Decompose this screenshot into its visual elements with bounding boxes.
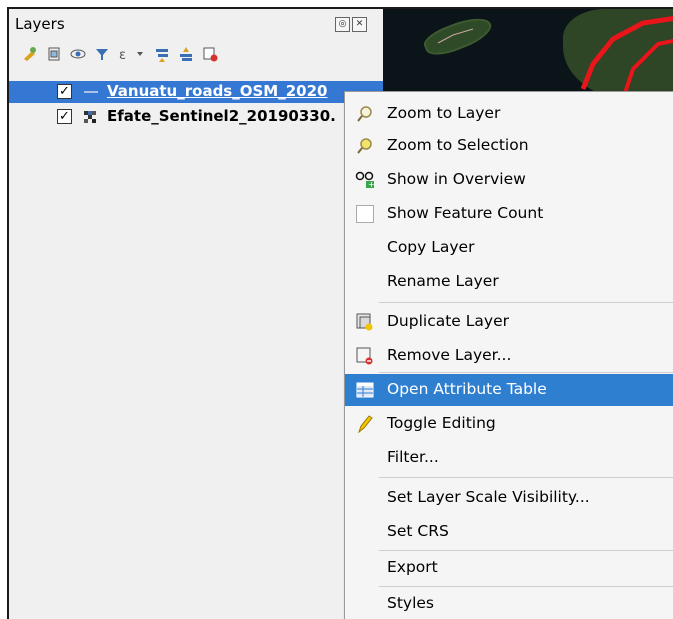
float-panel-button[interactable]: ◎ — [335, 17, 350, 32]
duplicate-icon — [355, 313, 375, 331]
layer-row-sentinel[interactable]: ✓ Efate_Sentinel2_20190330. — [9, 106, 383, 128]
menu-item-label: Filter... — [387, 448, 439, 466]
map-canvas[interactable] — [383, 9, 673, 99]
menu-item-show-feature-count[interactable]: Show Feature Count — [345, 198, 673, 230]
remove-layer-icon[interactable] — [201, 45, 219, 63]
menu-item-toggle-editing[interactable]: Toggle Editing — [345, 408, 673, 440]
zoom-selection-icon — [355, 137, 375, 155]
style-manager-icon[interactable] — [21, 45, 39, 63]
menu-item-rename-layer[interactable]: Rename Layer — [345, 266, 673, 298]
add-group-icon[interactable] — [45, 45, 63, 63]
menu-item-label: Copy Layer — [387, 238, 475, 256]
menu-separator — [379, 586, 673, 587]
menu-item-styles[interactable]: Styles ▸ — [345, 588, 673, 619]
menu-separator — [379, 372, 673, 373]
layer-name[interactable]: Efate_Sentinel2_20190330. — [107, 107, 336, 125]
raster-layer-icon — [84, 111, 96, 123]
overview-icon: + — [355, 171, 375, 189]
menu-item-label: Open Attribute Table — [387, 380, 547, 398]
menu-item-open-attribute-table[interactable]: Open Attribute Table — [345, 374, 673, 406]
panel-title: Layers — [15, 15, 65, 33]
menu-item-set-layer-scale-visibility[interactable]: Set Layer Scale Visibility... — [345, 482, 673, 514]
pencil-icon — [355, 415, 375, 433]
menu-item-show-in-overview[interactable]: + Show in Overview — [345, 164, 673, 196]
menu-item-label: Rename Layer — [387, 272, 499, 290]
layer-visibility-checkbox[interactable]: ✓ — [57, 109, 72, 124]
filter-expression-icon[interactable]: ε — [117, 45, 147, 63]
remove-icon — [355, 347, 375, 365]
layer-context-menu: Zoom to Layer Zoom to Selection + Show i… — [344, 91, 673, 619]
collapse-all-icon[interactable] — [177, 45, 195, 63]
menu-item-zoom-to-selection[interactable]: Zoom to Selection — [345, 130, 673, 162]
menu-item-label: Zoom to Layer — [387, 104, 501, 122]
menu-item-label: Remove Layer... — [387, 346, 512, 364]
menu-item-filter[interactable]: Filter... — [345, 442, 673, 474]
menu-item-label: Show in Overview — [387, 170, 526, 188]
menu-item-zoom-to-layer[interactable]: Zoom to Layer — [345, 98, 673, 130]
zoom-layer-icon — [355, 105, 375, 123]
menu-separator — [379, 550, 673, 551]
expand-all-icon[interactable] — [153, 45, 171, 63]
visibility-icon[interactable] — [69, 45, 87, 63]
table-icon — [355, 381, 375, 399]
checkbox-icon — [355, 205, 375, 223]
menu-item-label: Export — [387, 558, 438, 576]
panel-window-buttons: ◎ ✕ — [335, 17, 367, 32]
layers-toolbar: ε — [21, 45, 219, 63]
svg-text:ε: ε — [119, 48, 126, 62]
menu-item-label: Set Layer Scale Visibility... — [387, 488, 590, 506]
menu-item-export[interactable]: Export ▸ — [345, 552, 673, 584]
svg-text:+: + — [368, 180, 375, 189]
layer-visibility-checkbox[interactable]: ✓ — [57, 84, 72, 99]
menu-separator — [379, 302, 673, 303]
menu-item-duplicate-layer[interactable]: Duplicate Layer — [345, 306, 673, 338]
menu-item-label: Duplicate Layer — [387, 312, 509, 330]
layers-panel: Layers ◎ ✕ ε ✓ Vanuatu_roads_OSM_2020 ✓ … — [9, 9, 383, 619]
menu-item-label: Toggle Editing — [387, 414, 496, 432]
layer-name[interactable]: Vanuatu_roads_OSM_2020 — [107, 82, 327, 100]
menu-item-remove-layer[interactable]: Remove Layer... — [345, 340, 673, 372]
menu-item-label: Show Feature Count — [387, 204, 544, 222]
menu-separator — [379, 477, 673, 478]
menu-item-label: Styles — [387, 594, 435, 612]
menu-item-label: Zoom to Selection — [387, 136, 529, 154]
close-panel-button[interactable]: ✕ — [352, 17, 367, 32]
menu-item-set-crs[interactable]: Set CRS ▸ — [345, 516, 673, 548]
filter-icon[interactable] — [93, 45, 111, 63]
menu-item-label: Set CRS — [387, 522, 449, 540]
line-layer-icon — [84, 91, 98, 93]
menu-item-copy-layer[interactable]: Copy Layer — [345, 232, 673, 264]
map-roads — [437, 15, 673, 99]
layer-row-roads[interactable]: ✓ Vanuatu_roads_OSM_2020 — [9, 81, 383, 103]
app-frame: Layers ◎ ✕ ε ✓ Vanuatu_roads_OSM_2020 ✓ … — [7, 7, 673, 619]
